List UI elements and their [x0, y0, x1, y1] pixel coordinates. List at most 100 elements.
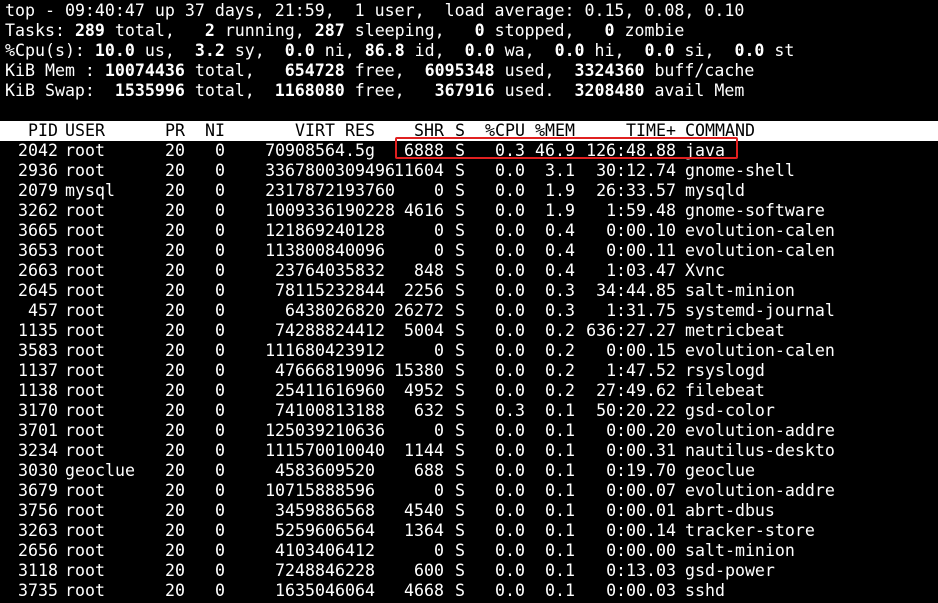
col-pid[interactable]: PID	[0, 121, 58, 141]
process-row[interactable]: 2656 root 20 0 410340 6412 0 S 0.0 0.1 0:00.00 salt…	[0, 541, 938, 561]
cell-pid: 3679	[18, 481, 58, 500]
cell-user: root	[65, 421, 105, 440]
cell-shr: 600	[414, 561, 444, 580]
highlight-annotation-box	[395, 137, 738, 159]
cell-command: geoclue	[685, 461, 755, 480]
process-row[interactable]: 3756 root 20 0 345988 6568 4540 S 0.0 0.1 0:00.01 a…	[0, 501, 938, 521]
cell-state: S	[455, 201, 465, 220]
process-row[interactable]: 2936 root 20 0 3367800 309496 11604 S 0.0 3.1 30:1…	[0, 161, 938, 181]
process-row[interactable]: 3262 root 20 0 1009336 190228 4616 S 0.0 1.9 1:59.…	[0, 201, 938, 221]
process-row[interactable]: 3679 root 20 0 1071588 8596 0 S 0.0 0.1 0:00.07 evo…	[0, 481, 938, 501]
cell-pid: 1135	[18, 321, 58, 340]
cell-ni: 0	[215, 181, 225, 200]
cell-res: 35832	[335, 261, 385, 280]
cpu-label: %Cpu(s):	[5, 41, 95, 60]
process-row[interactable]: 3030 geoclue 20 0 458360 9520 688 S 0.0 0.1 0:19.7…	[0, 461, 938, 481]
process-row[interactable]: 1135 root 20 0 742888 24412 5004 S 0.0 0.2 636:27.…	[0, 321, 938, 341]
cell-pid: 3263	[18, 521, 58, 540]
cell-time: 1:47.52	[606, 361, 676, 380]
cell-ni: 0	[215, 521, 225, 540]
cell-pr: 20	[165, 361, 185, 380]
cpu-wa: 0.0	[464, 41, 495, 60]
cell-res: 8596	[335, 481, 375, 500]
cell-state: S	[455, 161, 465, 180]
cell-pid: 2645	[18, 281, 58, 300]
cpu-id: 86.8	[364, 41, 405, 60]
cell-pr: 20	[165, 581, 185, 600]
col-ni[interactable]: NI	[190, 121, 225, 141]
cell-command: nautilus-deskto	[685, 441, 835, 460]
process-row[interactable]: 2079 mysql 20 0 2317872 193760 0 S 0.0 1.9 26:33.5…	[0, 181, 938, 201]
col-user[interactable]: USER	[65, 121, 155, 141]
cell-mem: 0.4	[545, 261, 575, 280]
process-row[interactable]: 2663 root 20 0 237640 35832 848 S 0.0 0.4 1:03.47 X…	[0, 261, 938, 281]
process-row[interactable]: 1137 root 20 0 476668 19096 15380 S 0.0 0.2 1:47.5…	[0, 361, 938, 381]
cell-state: S	[455, 501, 465, 520]
cell-cpu: 0.0	[495, 421, 525, 440]
mem-used-label: used,	[494, 61, 575, 80]
cell-shr: 4616	[404, 201, 444, 220]
cell-mem: 0.1	[545, 461, 575, 480]
mem-total-label: total,	[184, 61, 285, 80]
col-virt[interactable]: VIRT	[228, 121, 335, 141]
cell-user: root	[65, 161, 105, 180]
swap-label: KiB Swap:	[5, 81, 115, 100]
cell-pr: 20	[165, 561, 185, 580]
process-row[interactable]: 2645 root 20 0 781152 32844 2256 S 0.0 0.3 34:44.8…	[0, 281, 938, 301]
col-res[interactable]: RES	[335, 121, 375, 141]
cell-res: 190228	[335, 201, 395, 220]
cell-pid: 2656	[18, 541, 58, 560]
cell-cpu: 0.0	[495, 461, 525, 480]
cpu-line: %Cpu(s): 10.0 us, 3.2 sy, 0.0 ni, 86.8 i…	[5, 41, 794, 61]
cell-ni: 0	[215, 401, 225, 420]
col-pr[interactable]: PR	[155, 121, 185, 141]
tasks-stopped: 0	[474, 21, 485, 40]
cell-user: root	[65, 501, 105, 520]
cell-state: S	[455, 241, 465, 260]
tasks-zombie: 0	[604, 21, 615, 40]
cell-ni: 0	[215, 241, 225, 260]
cell-cpu: 0.0	[495, 561, 525, 580]
cell-cpu: 0.0	[495, 381, 525, 400]
cell-shr: 26272	[394, 301, 444, 320]
process-row[interactable]: 3118 root 20 0 724884 6228 600 S 0.0 0.1 0:13.03 gs…	[0, 561, 938, 581]
process-row[interactable]: 1138 root 20 0 254116 16960 4952 S 0.0 0.2 27:49.6…	[0, 381, 938, 401]
process-row[interactable]: 457 root 20 0 64380 26820 26272 S 0.0 0.3 1:31.75 s…	[0, 301, 938, 321]
cell-pr: 20	[165, 281, 185, 300]
cell-ni: 0	[215, 261, 225, 280]
process-row[interactable]: 3583 root 20 0 1116804 23912 0 S 0.0 0.2 0:00.15 ev…	[0, 341, 938, 361]
cell-virt: 476668	[275, 361, 335, 380]
process-row[interactable]: 3263 root 20 0 525960 6564 1364 S 0.0 0.1 0:00.14 t…	[0, 521, 938, 541]
process-row[interactable]: 3665 root 20 0 1218692 40128 0 S 0.0 0.4 0:00.10 ev…	[0, 221, 938, 241]
terminal-window[interactable]: top - 09:40:47 up 37 days, 21:59, 1 user…	[0, 0, 938, 603]
mem-cache: 3324360	[574, 61, 645, 80]
process-row[interactable]: 3735 root 20 0 163504 6064 4668 S 0.0 0.1 0:00.03 s…	[0, 581, 938, 601]
cell-shr: 11604	[394, 161, 444, 180]
process-row[interactable]: 3170 root 20 0 741008 13188 632 S 0.3 0.1 50:20.22…	[0, 401, 938, 421]
process-row[interactable]: 3701 root 20 0 1250392 10636 0 S 0.0 0.1 0:00.20 ev…	[0, 421, 938, 441]
cell-shr: 15380	[394, 361, 444, 380]
cell-cpu: 0.3	[495, 401, 525, 420]
cell-cpu: 0.0	[495, 221, 525, 240]
cell-mem: 0.1	[545, 421, 575, 440]
cell-cpu: 0.0	[495, 341, 525, 360]
uptime-text: up 37 days, 21:59, 1 user, load average:…	[144, 1, 745, 20]
cell-time: 26:33.57	[596, 181, 676, 200]
process-row[interactable]: 3653 root 20 0 1138008 40096 0 S 0.0 0.4 0:00.11 ev…	[0, 241, 938, 261]
cell-command: evolution-addre	[685, 421, 835, 440]
cell-user: root	[65, 241, 105, 260]
cell-pr: 20	[165, 341, 185, 360]
process-row[interactable]: 3234 root 20 0 1115700 10040 1144 S 0.0 0.1 0:00.3…	[0, 441, 938, 461]
cpu-si-label: si,	[674, 41, 735, 60]
cell-virt: 2317872	[265, 181, 335, 200]
cell-cpu: 0.0	[495, 581, 525, 600]
cell-res: 16960	[335, 381, 385, 400]
cell-ni: 0	[215, 141, 225, 160]
cell-res: 6064	[335, 581, 375, 600]
cell-time: 0:00.03	[606, 581, 676, 600]
tasks-running-label: running,	[214, 21, 315, 40]
cell-time: 0:00.14	[606, 521, 676, 540]
cell-mem: 0.2	[545, 341, 575, 360]
cell-command: evolution-calen	[685, 221, 835, 240]
cell-virt: 1218692	[265, 221, 335, 240]
